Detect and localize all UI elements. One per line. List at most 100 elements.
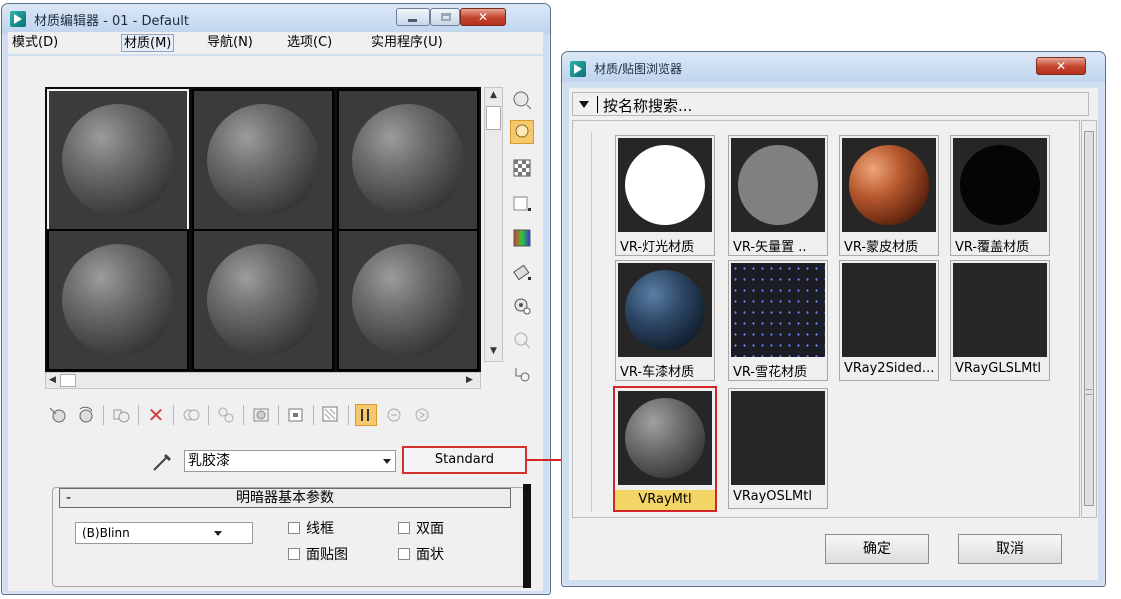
rollout-header[interactable]: - 明暗器基本参数: [59, 488, 511, 508]
options-button[interactable]: [510, 294, 534, 318]
hscroll-thumb[interactable]: [60, 374, 76, 387]
tile-thumbnail: [731, 138, 825, 232]
toolbar-separator: [173, 405, 174, 425]
tile-vr-vector-displacement[interactable]: VR-矢量置 ..: [728, 135, 828, 256]
material-id-channel-icon[interactable]: [285, 404, 307, 426]
menu-options[interactable]: 选项(C): [285, 34, 334, 52]
checkbox-box[interactable]: [288, 522, 300, 534]
scroll-right-icon[interactable]: ▶: [466, 375, 473, 385]
tile-vr-flakes[interactable]: VR-雪花材质: [728, 260, 828, 381]
tile-vray-glsl-mtl[interactable]: VRayGLSLMtl: [950, 260, 1050, 381]
go-to-parent-icon[interactable]: [383, 404, 405, 426]
gray-sphere-icon: [738, 145, 818, 225]
menu-utilities[interactable]: 实用程序(U): [369, 34, 445, 52]
browser-titlebar[interactable]: 材质/贴图浏览器 ✕: [562, 52, 1105, 82]
reset-icon[interactable]: ✕: [145, 403, 167, 427]
material-type-button[interactable]: Standard: [402, 446, 527, 474]
make-preview-button[interactable]: [510, 260, 534, 284]
copy-material-icon[interactable]: [180, 404, 202, 426]
tile-vr-skin-material[interactable]: VR-蒙皮材质: [839, 135, 939, 256]
cancel-button[interactable]: 取消: [958, 534, 1062, 564]
checkbox-label: 双面: [416, 521, 444, 537]
show-end-result-icon[interactable]: [355, 404, 377, 426]
sample-slot[interactable]: [337, 229, 479, 371]
editor-titlebar[interactable]: 材质编辑器 - 01 - Default ✕: [2, 4, 550, 34]
tile-vr-car-paint[interactable]: VR-车漆材质: [615, 260, 715, 381]
backlight-button[interactable]: [510, 120, 534, 144]
tile-vr-override-material[interactable]: VR-覆盖材质: [950, 135, 1050, 256]
sample-slot[interactable]: [192, 89, 334, 231]
close-button[interactable]: ✕: [460, 8, 506, 26]
shader-type-dropdown[interactable]: (B)Blinn: [75, 522, 253, 544]
slots-horizontal-scrollbar[interactable]: ◀ ▶: [45, 372, 481, 389]
sample-uv-tiling-button[interactable]: [510, 192, 534, 216]
minimize-button[interactable]: [396, 8, 430, 26]
checkbox-label: 面状: [416, 547, 444, 563]
material-name-combo[interactable]: 乳胶漆: [184, 450, 396, 472]
face-map-checkbox[interactable]: 面贴图: [288, 544, 348, 564]
checker-icon: [513, 159, 531, 177]
shader-basic-parameters-rollout: - 明暗器基本参数 (B)Blinn 线框 双面 面贴图 面状: [52, 487, 525, 587]
sample-slot[interactable]: [47, 229, 189, 371]
app-icon: [10, 11, 26, 27]
backlight-icon: [515, 124, 529, 138]
tile-thumbnail: [618, 391, 712, 485]
menu-material[interactable]: 材质(M): [121, 34, 175, 52]
scroll-down-icon[interactable]: ▼: [490, 346, 497, 356]
wire-checkbox[interactable]: 线框: [288, 518, 334, 538]
slots-vertical-scrollbar[interactable]: ▲ ▼: [484, 87, 503, 362]
navigator-icon: [515, 368, 530, 382]
white-sphere-icon: [625, 145, 705, 225]
menu-navigation[interactable]: 导航(N): [205, 34, 255, 52]
faceted-checkbox[interactable]: 面状: [398, 544, 444, 564]
sphere-preview: [352, 244, 464, 356]
get-material-icon[interactable]: [47, 404, 69, 426]
checkbox-box[interactable]: [288, 548, 300, 560]
tile-vray-mtl[interactable]: VRayMtl: [613, 386, 717, 512]
make-unique-icon[interactable]: [215, 404, 237, 426]
sample-slot[interactable]: [47, 89, 189, 231]
pick-material-icon[interactable]: [151, 451, 173, 476]
checkbox-box[interactable]: [398, 522, 410, 534]
browser-vertical-scrollbar[interactable]: [1081, 120, 1097, 518]
tile-vray-osl-mtl[interactable]: VRayOSLMtl: [728, 388, 828, 509]
menu-mode[interactable]: 模式(D): [10, 34, 60, 52]
maximize-button[interactable]: [430, 8, 460, 26]
select-by-material-button[interactable]: [510, 328, 534, 352]
show-map-in-viewport-icon[interactable]: [320, 404, 342, 426]
sample-slot[interactable]: [192, 229, 334, 371]
background-button[interactable]: [510, 156, 534, 180]
tile-vr-light-material[interactable]: VR-灯光材质: [615, 135, 715, 256]
tile-thumbnail: [618, 263, 712, 357]
search-by-name-bar[interactable]: 按名称搜索...: [572, 92, 1089, 116]
checkbox-label: 面贴图: [306, 547, 348, 563]
sphere-preview: [62, 104, 174, 216]
ok-button[interactable]: 确定: [825, 534, 929, 564]
video-color-check-button[interactable]: [510, 226, 534, 250]
editor-toolbar: ✕: [47, 403, 439, 427]
put-to-library-icon[interactable]: [250, 404, 272, 426]
tile-thumbnail: [731, 391, 825, 485]
chevron-down-icon[interactable]: [214, 531, 222, 536]
group-indent-line: [591, 132, 597, 512]
rollout-scrollbar[interactable]: [523, 484, 531, 588]
close-button[interactable]: ✕: [1036, 57, 1086, 75]
scroll-thumb[interactable]: [1084, 131, 1094, 506]
scroll-thumb[interactable]: [486, 106, 501, 130]
collapse-triangle-icon[interactable]: [579, 101, 589, 108]
tile-thumbnail: [842, 263, 936, 357]
go-forward-to-sibling-icon[interactable]: [411, 404, 433, 426]
chevron-down-icon[interactable]: [383, 459, 391, 464]
search-by-name-input[interactable]: 按名称搜索...: [603, 95, 692, 116]
material-map-navigator-button[interactable]: [510, 362, 534, 386]
assign-material-icon[interactable]: [110, 404, 132, 426]
sample-type-button[interactable]: [510, 88, 534, 112]
tile-vray-2sided[interactable]: VRay2Sided...: [839, 260, 939, 381]
scroll-up-icon[interactable]: ▲: [490, 90, 497, 100]
checkbox-box[interactable]: [398, 548, 410, 560]
two-sided-checkbox[interactable]: 双面: [398, 518, 444, 538]
menu-bar: 模式(D) 材质(M) 导航(N) 选项(C) 实用程序(U): [8, 32, 543, 54]
sample-slot[interactable]: [337, 89, 479, 231]
put-material-icon[interactable]: [75, 404, 97, 426]
scroll-left-icon[interactable]: ◀: [49, 375, 56, 385]
